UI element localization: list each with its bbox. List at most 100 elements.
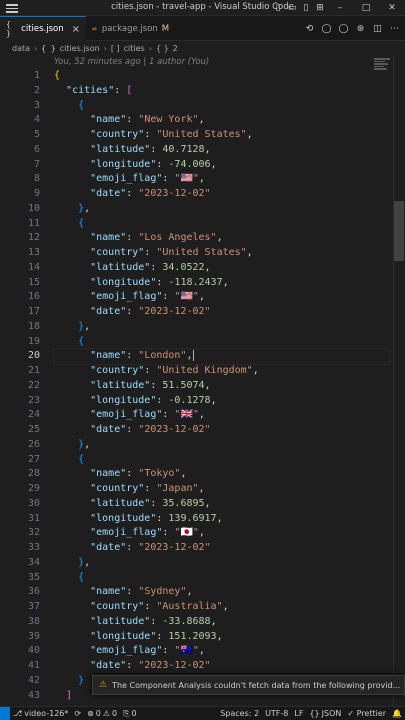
ports-indicator[interactable]: ⎘ 0 <box>120 709 140 719</box>
code-line[interactable]: "name": "Tokyo", <box>54 467 389 482</box>
line-number: 38 <box>27 615 40 627</box>
code-line[interactable]: "date": "2023-12-02" <box>54 541 389 556</box>
code-line[interactable]: "emoji_flag": "🇺🇸", <box>54 172 389 187</box>
next-change-icon[interactable]: ◯ <box>337 24 350 34</box>
json-punctuation <box>54 660 90 671</box>
code-line[interactable]: { <box>54 453 389 468</box>
code-editor[interactable]: You, 52 minutes ago | 1 author (You) 12 3… <box>0 55 393 706</box>
remote-indicator[interactable] <box>0 706 10 720</box>
previous-change-icon[interactable]: ◯ <box>320 24 333 34</box>
toggle-primary-sidebar-icon[interactable]: ▯ <box>271 0 285 16</box>
code-line[interactable]: "country": "United States", <box>54 246 389 261</box>
json-punctuation: : <box>162 173 175 185</box>
timeline-icon[interactable]: ⟲ <box>303 24 316 34</box>
tab-package-json[interactable]: ⇌ package.json M <box>86 16 176 41</box>
line-number: 27 <box>27 453 40 465</box>
toggle-secondary-sidebar-icon[interactable]: ▯ <box>299 0 313 16</box>
customize-layout-icon[interactable]: ⊞ <box>313 0 327 16</box>
code-line[interactable]: "latitude": 40.7128, <box>54 143 389 158</box>
code-line[interactable]: "date": "2023-12-02" <box>54 659 389 674</box>
code-line[interactable]: "longitude": 151.2093, <box>54 630 389 645</box>
git-blame-codelens[interactable]: You, 52 minutes ago | 1 author (You) <box>54 57 209 67</box>
line-number: 13 <box>27 247 40 258</box>
minimize-icon[interactable]: – <box>327 0 353 16</box>
code-line[interactable]: "longitude": -74.006, <box>54 158 389 173</box>
warning-icon: ⚠ <box>99 680 108 690</box>
problems-indicator[interactable]: ⊗ 0 ⚠ 0 <box>84 709 120 718</box>
notifications-bell-icon[interactable]: 🔔 <box>389 709 405 718</box>
code-line[interactable]: "emoji_flag": "🇺🇸", <box>54 290 389 305</box>
code-line[interactable]: "emoji_flag": "🇯🇵", <box>54 526 389 541</box>
code-line[interactable]: "longitude": -0.1278, <box>54 394 389 409</box>
code-line[interactable]: "longitude": -118.2437, <box>54 276 389 291</box>
code-line[interactable]: "latitude": -33.8688, <box>54 615 389 630</box>
split-editor-icon[interactable]: ◫ <box>371 24 384 34</box>
indentation-setting[interactable]: Spaces: 2 <box>217 709 262 718</box>
json-punctuation: : <box>156 394 169 406</box>
line-number: 9 <box>33 188 40 199</box>
close-tab-icon[interactable]: × <box>72 24 80 35</box>
tab-cities-json[interactable]: { } cities.json × <box>0 16 86 41</box>
json-key: "name" <box>90 232 127 244</box>
code-line[interactable]: { <box>54 571 389 586</box>
json-punctuation <box>54 439 78 450</box>
code-line[interactable]: }, <box>54 202 389 217</box>
json-punctuation: , <box>216 630 223 642</box>
code-line[interactable]: { <box>54 335 389 350</box>
encoding-setting[interactable]: UTF-8 <box>262 709 291 718</box>
line-number: 37 <box>27 601 40 612</box>
copilot-icon[interactable]: ⊛ <box>354 24 367 34</box>
code-line[interactable]: "latitude": 51.5074, <box>54 379 389 394</box>
code-line[interactable]: "name": "London", <box>53 348 390 365</box>
code-line[interactable]: { <box>54 217 389 232</box>
vertical-scrollbar[interactable] <box>393 55 405 706</box>
code-line[interactable]: "name": "Los Angeles", <box>54 231 389 246</box>
code-line[interactable]: "name": "New York", <box>54 113 389 128</box>
maximize-icon[interactable]: □ <box>353 0 379 16</box>
json-number: -118.2437 <box>168 276 223 288</box>
code-line[interactable]: "emoji_flag": "🇬🇧", <box>54 408 389 423</box>
eol-setting[interactable]: LF <box>291 709 306 718</box>
code-line[interactable]: "country": "United Kingdom", <box>54 364 389 379</box>
close-window-icon[interactable]: ✕ <box>379 0 405 16</box>
code-line[interactable]: "date": "2023-12-02" <box>54 423 389 438</box>
language-mode[interactable]: {} JSON <box>306 709 344 718</box>
json-string: "Japan" <box>156 483 199 494</box>
code-line[interactable]: "country": "Japan", <box>54 482 389 497</box>
code-line[interactable]: "name": "Sydney", <box>54 585 389 600</box>
git-branch[interactable]: ⎇ video-126* <box>10 709 71 718</box>
json-punctuation: , <box>198 114 205 126</box>
code-line[interactable]: "country": "United States", <box>54 128 389 143</box>
breadcrumb-array[interactable]: cities <box>124 44 145 53</box>
json-punctuation: , <box>198 483 205 494</box>
breadcrumb-file[interactable]: cities.json <box>60 44 100 53</box>
minimap[interactable] <box>374 57 390 75</box>
code-line[interactable]: "date": "2023-12-02" <box>54 187 389 202</box>
json-string: "Tokyo" <box>138 468 181 480</box>
code-line[interactable]: { <box>54 99 389 114</box>
breadcrumb-object[interactable]: 2 <box>173 44 178 53</box>
code-line[interactable]: "date": "2023-12-02" <box>54 305 389 320</box>
more-actions-icon[interactable]: ⋯ <box>388 24 401 34</box>
code-line[interactable]: "latitude": 34.0522, <box>54 261 389 276</box>
json-punctuation <box>54 557 78 568</box>
prettier-status[interactable]: ✓ Prettier <box>344 709 389 718</box>
breadcrumb-folder[interactable]: data <box>12 44 30 53</box>
code-line[interactable]: "longitude": 139.6917, <box>54 512 389 527</box>
code-line[interactable]: }, <box>54 556 389 571</box>
code-line[interactable]: }, <box>54 438 389 453</box>
line-number: 12 <box>27 232 40 244</box>
code-line[interactable]: "country": "Australia", <box>54 600 389 615</box>
json-punctuation: : <box>150 143 163 155</box>
code-line[interactable]: "emoji_flag": "🇦🇺", <box>54 644 389 659</box>
code-area[interactable]: { "cities": [ { "name": "New York", "cou… <box>53 69 390 703</box>
code-line[interactable]: "latitude": 35.6895, <box>54 497 389 512</box>
scroll-thumb[interactable] <box>394 201 404 261</box>
code-line[interactable]: "cities": [ <box>54 84 389 99</box>
code-line[interactable]: }, <box>54 320 389 335</box>
notification-toast[interactable]: ⚠ The Component Analysis couldn't fetch … <box>92 675 405 695</box>
code-line[interactable]: { <box>54 69 389 84</box>
sync-icon[interactable]: ⟳ <box>71 709 84 718</box>
toggle-panel-icon[interactable]: ▭ <box>285 0 299 16</box>
line-number: 3 <box>33 99 40 111</box>
